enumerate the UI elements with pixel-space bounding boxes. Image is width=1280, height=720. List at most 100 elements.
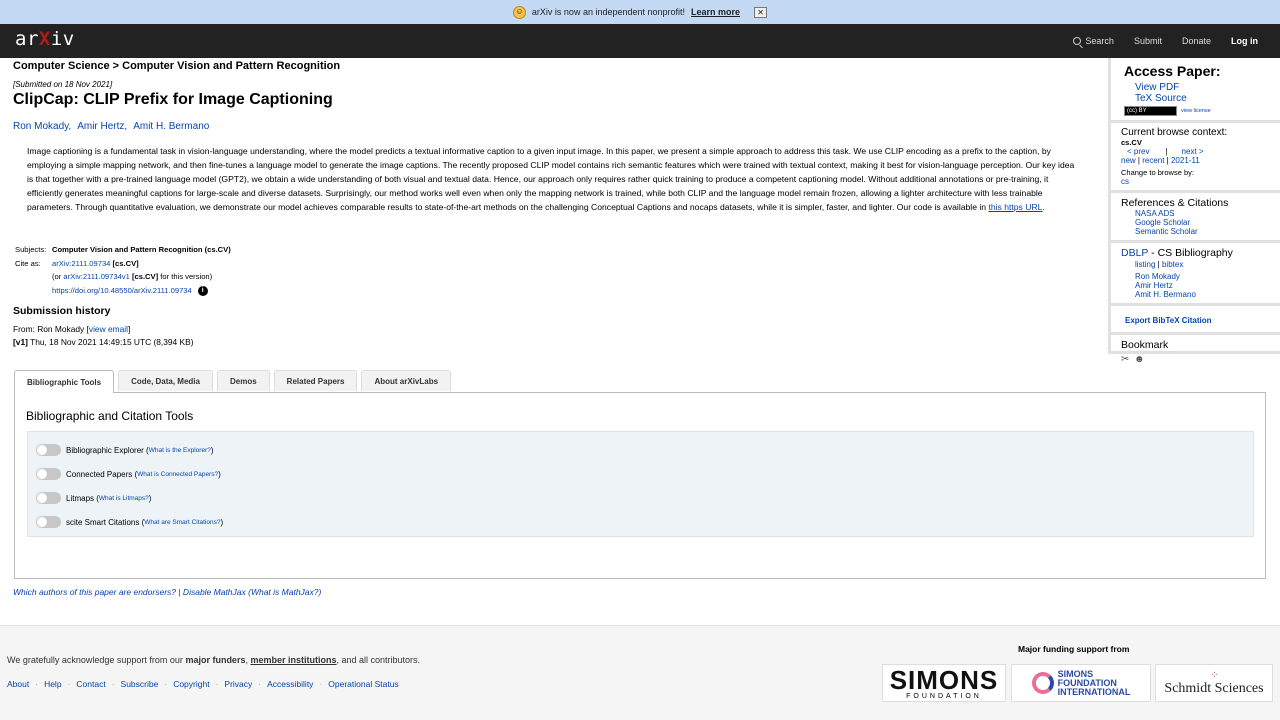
browse-context: Current browse context: cs.CV < prev | nex…	[1111, 123, 1280, 193]
access-paper-title: Access Paper:	[1124, 63, 1221, 79]
major-funders-link[interactable]: major funders	[185, 655, 245, 665]
arxiv-logo[interactable]: arXiv	[15, 28, 75, 50]
tex-source-link[interactable]: TeX Source	[1135, 93, 1270, 104]
view-email-link[interactable]: view email	[89, 324, 128, 334]
author-list: Ron Mokady, Amir Hertz, Amit H. Bermano	[13, 121, 209, 132]
cc-license-badge[interactable]: (cc) BY	[1124, 106, 1177, 116]
references-citations: References & Citations NASA ADS Google S…	[1111, 193, 1280, 243]
footer-link-copyright[interactable]: Copyright	[173, 679, 209, 689]
announcement-banner: ☺ arXiv is now an independent nonprofit!…	[0, 0, 1280, 24]
footer-link-accessibility[interactable]: Accessibility	[267, 679, 313, 689]
metadata-table: Subjects: Computer Vision and Pattern Rec…	[15, 245, 231, 296]
abstract: Image captioning is a fundamental task i…	[27, 146, 1075, 212]
banner-text: arXiv is now an independent nonprofit!	[531, 7, 686, 17]
next-link[interactable]: next >	[1182, 147, 1204, 156]
footer-link-contact[interactable]: Contact	[76, 679, 105, 689]
info-icon[interactable]: i	[197, 285, 208, 296]
footer-link-subscribe[interactable]: Subscribe	[121, 679, 159, 689]
recent-link[interactable]: recent	[1142, 156, 1164, 165]
change-browse-label: Change to browse by:	[1121, 168, 1194, 177]
donate-link[interactable]: Donate	[1182, 36, 1211, 46]
footer: We gratefully acknowledge support from o…	[0, 625, 1280, 720]
what-explorer-link[interactable]: What is the Explorer?	[149, 447, 211, 454]
submission-history-heading: Submission history	[13, 305, 111, 317]
bibtex-link[interactable]: bibtex	[1162, 260, 1183, 269]
labs-tabs: Bibliographic Tools Code, Data, Media De…	[14, 370, 452, 393]
cs-link[interactable]: cs	[1121, 177, 1129, 186]
tab-code-data-media[interactable]: Code, Data, Media	[118, 370, 213, 391]
connected-papers-toggle[interactable]	[36, 468, 61, 480]
bibsonomy-icon[interactable]: ✂	[1121, 354, 1132, 365]
prev-link[interactable]: < prev	[1127, 147, 1149, 156]
acknowledgement: We gratefully acknowledge support from o…	[7, 655, 421, 665]
endorsers-mathjax-links[interactable]: Which authors of this paper are endorser…	[13, 587, 321, 597]
simons-foundation-international-logo[interactable]: SIMONS FOUNDATION INTERNATIONAL	[1011, 664, 1151, 702]
author-link[interactable]: Amit H. Bermano	[133, 121, 209, 132]
export-section: Export BibTeX Citation	[1111, 306, 1280, 335]
semantic-scholar-link[interactable]: Semantic Scholar	[1135, 227, 1270, 236]
reddit-icon[interactable]: ☻	[1134, 354, 1145, 365]
scite-toggle[interactable]	[36, 516, 61, 528]
breadcrumb[interactable]: Computer Science > Computer Vision and P…	[13, 60, 340, 72]
tool-row: scite Smart Citations (What are Smart Ci…	[28, 510, 1253, 534]
what-litmaps-link[interactable]: What is Litmaps?	[99, 495, 149, 502]
sfi-circle-icon	[1031, 672, 1054, 694]
login-link[interactable]: Log in	[1231, 36, 1258, 46]
what-scite-link[interactable]: What are Smart Citations?	[144, 519, 220, 526]
tab-demos[interactable]: Demos	[216, 370, 270, 391]
google-scholar-link[interactable]: Google Scholar	[1135, 218, 1270, 227]
dblp-author-link[interactable]: Ron Mokady	[1135, 272, 1270, 281]
tool-row: Bibliographic Explorer (What is the Expl…	[28, 438, 1253, 462]
bookmark-title: Bookmark	[1121, 339, 1169, 351]
learn-more-link[interactable]: Learn more	[691, 7, 740, 17]
author-link[interactable]: Amir Hertz,	[77, 121, 127, 132]
dblp-author-link[interactable]: Amir Hertz	[1135, 281, 1270, 290]
footer-link-status[interactable]: Operational Status	[328, 679, 398, 689]
what-connected-link[interactable]: What is Connected Papers?	[137, 471, 218, 478]
subjects-value: Computer Vision and Pattern Recognition …	[52, 245, 231, 254]
smiley-icon: ☺	[512, 5, 526, 19]
tool-row: Connected Papers (What is Connected Pape…	[28, 462, 1253, 486]
submit-link[interactable]: Submit	[1134, 36, 1162, 46]
subjects-label: Subjects:	[15, 245, 47, 254]
new-link[interactable]: new	[1121, 156, 1136, 165]
submission-date: [Submitted on 18 Nov 2021]	[13, 80, 113, 89]
listing-link[interactable]: listing	[1135, 260, 1155, 269]
tools-panel: Bibliographic and Citation Tools Bibliog…	[14, 392, 1266, 579]
explorer-toggle[interactable]	[36, 444, 61, 456]
search-button[interactable]: Search	[1073, 36, 1114, 46]
view-license-link[interactable]: view license	[1181, 108, 1211, 114]
doi-link[interactable]: https://doi.org/10.48550/arXiv.2111.0973…	[52, 286, 192, 295]
dblp-link[interactable]: DBLP	[1121, 247, 1148, 259]
footer-link-help[interactable]: Help	[44, 679, 61, 689]
tab-about-arxivlabs[interactable]: About arXivLabs	[361, 370, 452, 391]
bookmark-section: Bookmark ✂ ☻	[1111, 335, 1280, 369]
view-pdf-link[interactable]: View PDF	[1135, 82, 1270, 93]
submission-history: From: Ron Mokady [view email] [v1] Thu, …	[13, 324, 194, 347]
tab-bibliographic-tools[interactable]: Bibliographic Tools	[14, 370, 115, 393]
version-link[interactable]: arXiv:2111.09734v1	[63, 272, 129, 281]
context-title: Current browse context:	[1121, 127, 1228, 138]
refs-title: References & Citations	[1121, 197, 1229, 209]
footer-links: About · Help · Contact · Subscribe · Copyrig…	[7, 679, 399, 689]
export-bibtex-link[interactable]: Export BibTeX Citation	[1125, 316, 1212, 325]
author-link[interactable]: Ron Mokady,	[13, 121, 71, 132]
code-url-link[interactable]: this https URL	[988, 202, 1042, 212]
tools-list: Bibliographic Explorer (What is the Expl…	[27, 431, 1254, 537]
dblp-author-link[interactable]: Amit H. Bermano	[1135, 290, 1270, 299]
month-link[interactable]: 2021-11	[1171, 156, 1200, 165]
top-navbar: arXiv Search Submit Donate Log in	[0, 24, 1280, 58]
cite-link[interactable]: arXiv:2111.09734	[52, 259, 110, 268]
close-icon[interactable]: ✕	[754, 6, 768, 18]
simons-foundation-logo[interactable]: SIMONS FOUNDATION	[882, 664, 1006, 702]
cite-label: Cite as:	[15, 258, 41, 268]
footer-link-about[interactable]: About	[7, 679, 29, 689]
schmidt-sciences-logo[interactable]: ⁘ Schmidt Sciences	[1155, 664, 1273, 702]
litmaps-toggle[interactable]	[36, 492, 61, 504]
nasa-ads-link[interactable]: NASA ADS	[1135, 209, 1270, 218]
tab-related-papers[interactable]: Related Papers	[273, 370, 358, 391]
member-institutions-link[interactable]: member institutions	[250, 655, 336, 665]
schmidt-dots-icon: ⁘	[1210, 669, 1218, 681]
footer-link-privacy[interactable]: Privacy	[224, 679, 252, 689]
access-paper: Access Paper: View PDF TeX Source (cc) B…	[1111, 58, 1280, 123]
